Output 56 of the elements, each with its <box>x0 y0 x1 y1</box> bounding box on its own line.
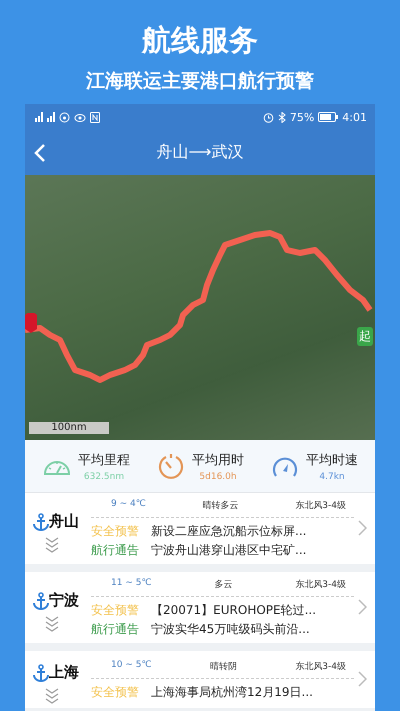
back-icon[interactable] <box>33 142 47 162</box>
stat-label: 平均里程 <box>78 452 130 468</box>
temperature: 10 ~ 5℃ <box>111 660 152 672</box>
clock-time: 4:01 <box>342 110 367 124</box>
bluetooth-icon <box>278 112 286 122</box>
page-title: 舟山⟶武汉 <box>156 142 244 163</box>
notice-text: 宁波实华45万吨级码头前沿... <box>151 621 310 638</box>
wind-text: 东北风3-4级 <box>295 500 346 512</box>
port-card[interactable]: 舟山 9 ~ 4℃ 晴转多云 东北风3-4级 安全预警 新设二座应急沉船示位标屏... 航行通告 宁波舟山港穿山港区中宅矿... <box>25 493 375 564</box>
signal-icon <box>35 112 43 122</box>
nfc-icon <box>90 112 100 122</box>
port-name: 宁波 <box>49 591 79 610</box>
headline: 航线服务 <box>142 22 258 58</box>
battery-icon <box>318 112 338 122</box>
stat-value: 5d16.0h <box>199 472 237 482</box>
wind-text: 东北风3-4级 <box>295 578 346 591</box>
scale-bar: 100nm <box>29 422 109 434</box>
weather-text: 晴转阴 <box>210 660 237 672</box>
chevrons-down-icon <box>45 688 59 704</box>
stat-label: 平均时速 <box>306 452 358 468</box>
notice-text: 【20071】EUROHOPE轮过... <box>151 602 316 619</box>
weather-text: 多云 <box>214 578 232 591</box>
chevron-right-icon <box>358 520 367 536</box>
subheadline: 江海联运主要港口航行预警 <box>86 69 314 94</box>
warning-label: 安全预警 <box>91 684 139 700</box>
notice-label: 航行通告 <box>91 542 139 559</box>
warning-label: 安全预警 <box>91 523 139 540</box>
anchor-icon <box>33 592 49 610</box>
notice-text: 上海海事局杭州湾12月19日... <box>151 684 313 700</box>
temperature: 11 ~ 5℃ <box>111 578 152 590</box>
port-name: 舟山 <box>49 512 79 531</box>
chevron-right-icon <box>358 670 367 686</box>
notice-label: 航行通告 <box>91 621 139 638</box>
map-pin-icon <box>25 313 37 333</box>
port-card[interactable]: 宁波 11 ~ 5℃ 多云 东北风3-4级 安全预警 【20071】EUROHOPE轮过... 航行通告 宁波实华45万吨级码头前沿... <box>25 572 375 643</box>
temperature: 9 ~ 4℃ <box>111 499 146 511</box>
alarm-icon <box>262 112 274 122</box>
chevrons-down-icon <box>45 537 59 553</box>
wind-text: 东北风3-4级 <box>295 660 346 672</box>
notice-text: 宁波舟山港穿山港区中宅矿... <box>151 542 306 559</box>
anchor-icon <box>33 664 49 682</box>
anchor-icon <box>33 513 49 531</box>
warning-label: 安全预警 <box>91 602 139 619</box>
chevron-right-icon <box>358 598 367 614</box>
stat-value: 4.7kn <box>319 472 345 482</box>
stat-label: 平均用时 <box>192 452 244 468</box>
start-marker: 起 <box>357 327 373 346</box>
port-name: 上海 <box>49 663 79 682</box>
eye-icon <box>74 112 86 122</box>
chevrons-down-icon <box>45 616 59 632</box>
port-card[interactable]: 上海 10 ~ 5℃ 晴转阴 东北风3-4级 安全预警 上海海事局杭州湾12月19日... <box>25 651 375 708</box>
signal-icon <box>47 112 55 122</box>
weather-text: 晴转多云 <box>202 500 239 512</box>
notice-text: 新设二座应急沉船示位标屏... <box>151 523 306 540</box>
battery-percent: 75% <box>290 110 314 124</box>
stat-value: 632.5nm <box>84 472 124 482</box>
